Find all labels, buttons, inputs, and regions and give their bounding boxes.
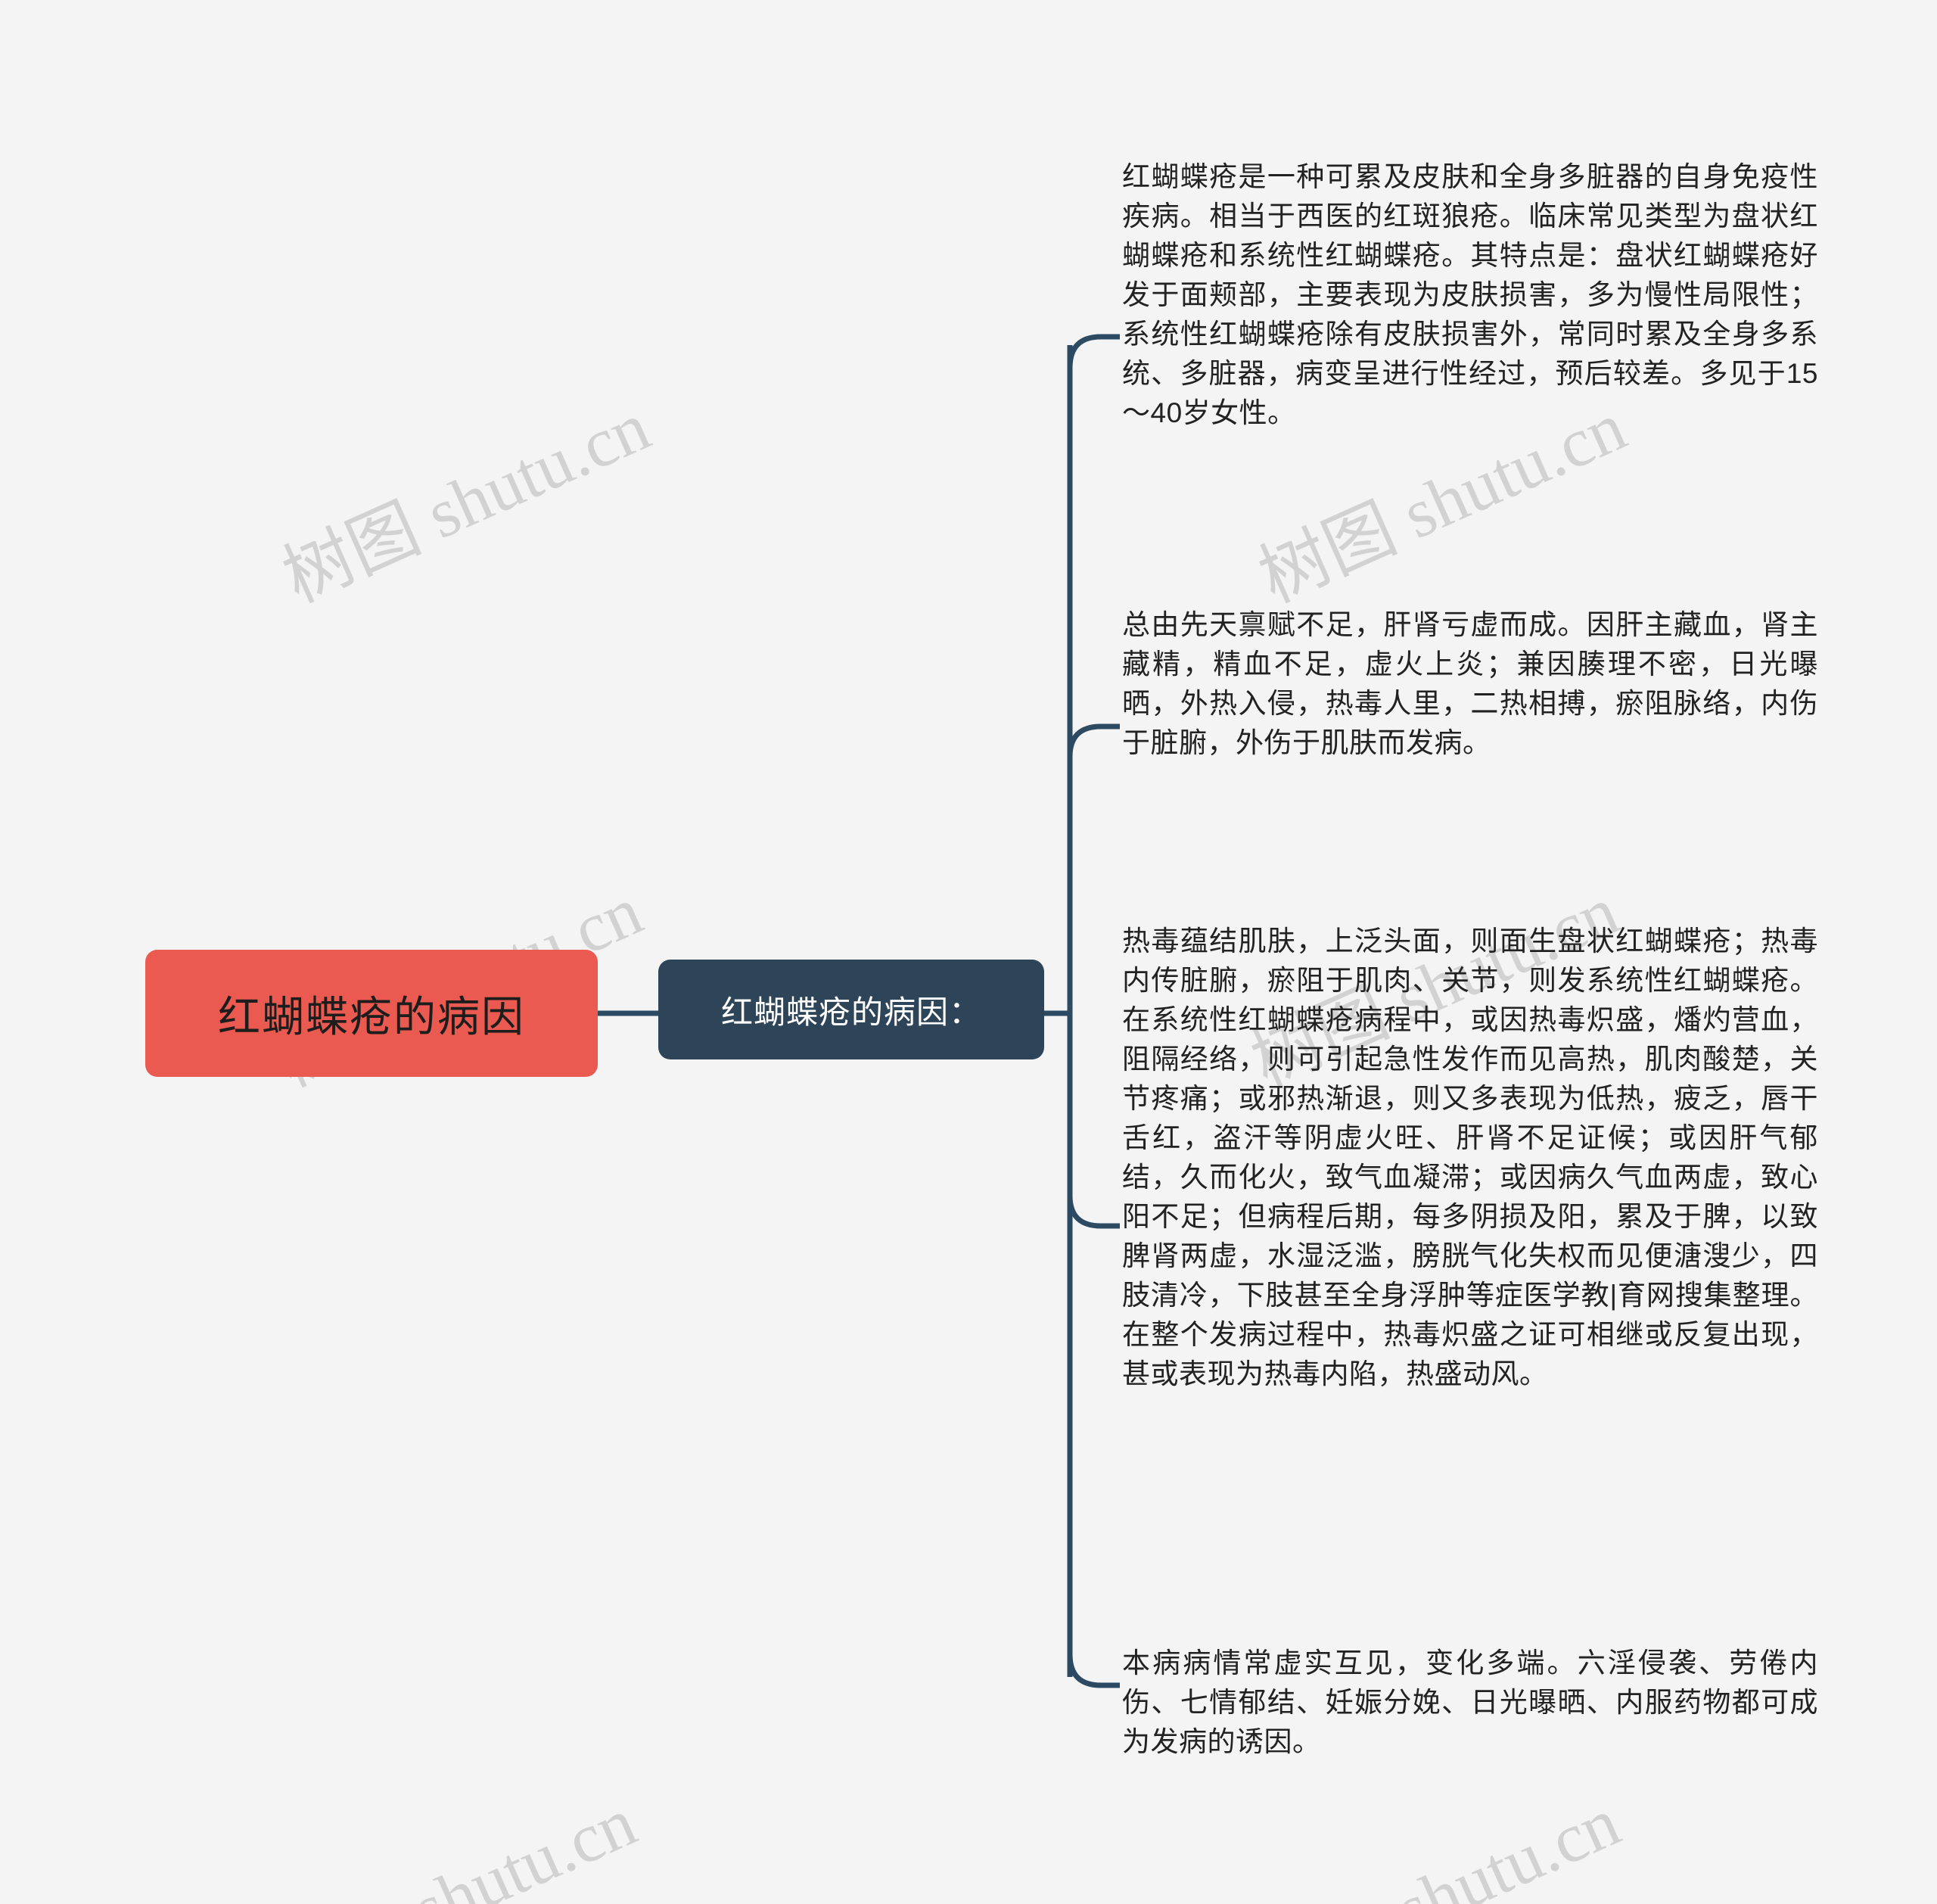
leaf-node-etiology[interactable]: 总由先天禀赋不足，肝肾亏虚而成。因肝主藏血，肾主藏精，精血不足，虚火上炎；兼因腠…	[1122, 605, 1818, 763]
watermark: 树图 shutu.cn	[272, 387, 661, 618]
root-node-label: 红蝴蝶疮的病因	[218, 992, 525, 1041]
connector-leaf-3	[1067, 1654, 1120, 1688]
leaf-node-pathogenesis[interactable]: 热毒蕴结肌肤，上泛头面，则面生盘状红蝴蝶疮；热毒内传脏腑，瘀阻于肌肉、关节，则发…	[1122, 922, 1818, 1394]
watermark: shutu.cn	[401, 1783, 647, 1904]
root-node[interactable]: 红蝴蝶疮的病因	[145, 950, 598, 1077]
leaf-node-triggers[interactable]: 本病病情常虚实互见，变化多端。六淫侵袭、劳倦内伤、七情郁结、妊娠分娩、日光曝晒、…	[1122, 1644, 1818, 1762]
connector-leaf-0	[1067, 334, 1120, 369]
connector-leaf-2	[1067, 1195, 1120, 1229]
branch-node-label: 红蝴蝶疮的病因：	[720, 994, 981, 1030]
branch-node[interactable]: 红蝴蝶疮的病因：	[658, 960, 1044, 1059]
mindmap-canvas: 树图 shutu.cn树图 shutu.cn树图 shutu.cn树图 shut…	[0, 0, 1937, 1904]
leaf-node-overview[interactable]: 红蝴蝶疮是一种可累及皮肤和全身多脏器的自身免疫性疾病。相当于西医的红斑狼疮。临床…	[1122, 157, 1818, 433]
connector-leaf-1	[1067, 723, 1120, 758]
watermark: shutu.cn	[1385, 1783, 1631, 1904]
